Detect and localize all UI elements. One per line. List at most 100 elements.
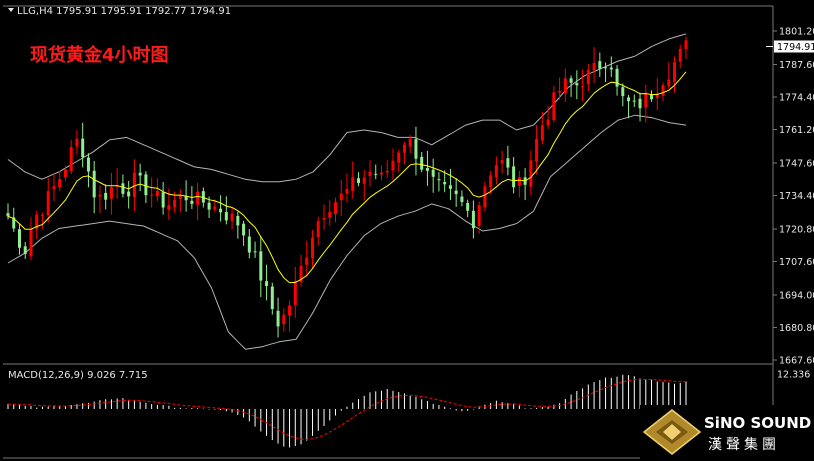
candle-body [6, 213, 10, 217]
candle-body [69, 147, 73, 172]
candle-body [638, 98, 642, 109]
candle-body [425, 167, 429, 171]
candle-body [17, 229, 21, 248]
candle-body [58, 179, 62, 188]
price-chart: 1801.20 1787.60 1774.40 1761.20 1747.60 1734.… [0, 0, 814, 461]
candle-body [650, 94, 654, 100]
candle-body [397, 152, 401, 163]
candle-body [506, 158, 510, 168]
candle-body [466, 202, 470, 211]
candle-body [517, 177, 521, 186]
candle-body [609, 67, 613, 70]
candle-body [328, 212, 332, 218]
candle-body [236, 215, 240, 226]
candle-body [161, 192, 165, 208]
candle-body [288, 305, 292, 316]
candle-body [207, 202, 211, 210]
macd-tick-label: 12.336 [777, 370, 810, 381]
candle-body [374, 173, 378, 175]
brand-subtitle: 漢聲集團 [708, 436, 780, 453]
current-price-tag: 1794.91 [774, 40, 814, 53]
candle-body [173, 199, 177, 208]
chart-title: 现货黄金4小时图 [30, 44, 169, 66]
candle-body [540, 125, 544, 141]
candle-body [270, 286, 274, 310]
candle-body [322, 217, 326, 220]
candle-body [385, 170, 389, 173]
candle-body [575, 83, 579, 86]
candle-body [362, 177, 366, 184]
candle-body [408, 138, 412, 147]
chart-background [0, 0, 814, 461]
brand-name: SiNO SOUND [704, 414, 811, 432]
candle-body [431, 169, 435, 177]
candle-body [345, 189, 349, 194]
candle-body [552, 92, 556, 121]
price-tick-label: 1787.60 [779, 60, 814, 71]
price-tick-label: 1720.80 [779, 224, 814, 235]
macd-label: MACD(12,26,9) 9.026 7.715 [8, 370, 148, 381]
candle-body [293, 280, 297, 305]
candle-body [81, 138, 85, 158]
candle-body [167, 205, 171, 210]
candle-body [414, 139, 418, 159]
candle-body [368, 171, 372, 177]
candle-body [598, 61, 602, 69]
candle-body [483, 186, 487, 208]
candle-body [144, 174, 148, 196]
candle-body [581, 86, 585, 88]
candle-body [448, 185, 452, 189]
candle-body [661, 85, 665, 96]
candle-body [644, 92, 648, 108]
candle-body [109, 187, 113, 199]
candle-body [420, 156, 424, 170]
candle-body [138, 172, 142, 176]
candle-body [86, 157, 90, 172]
candle-body [592, 62, 596, 71]
price-tick-label: 1707.60 [779, 257, 814, 268]
candle-body [29, 228, 33, 257]
candle-body [213, 206, 217, 210]
candle-body [265, 281, 269, 287]
price-tick-label: 1734.40 [779, 191, 814, 202]
candle-body [196, 191, 200, 205]
candle-body [569, 78, 573, 83]
candle-body [391, 160, 395, 171]
candle-body [104, 192, 108, 200]
candle-body [437, 179, 441, 181]
candle-body [460, 196, 464, 203]
candle-body [190, 200, 194, 204]
price-tick-label: 1747.60 [779, 158, 814, 169]
candle-body [276, 310, 280, 327]
candle-body [259, 251, 263, 281]
candle-body [23, 246, 27, 254]
candle-body [98, 194, 102, 197]
candle-body [334, 202, 338, 215]
candle-body [311, 237, 315, 259]
candle-body [489, 175, 493, 188]
candle-body [454, 190, 458, 195]
candle-body [132, 172, 136, 197]
price-tick-label: 1761.20 [779, 125, 814, 136]
candle-body [529, 160, 533, 187]
candle-body [247, 236, 251, 253]
candle-body [339, 193, 343, 201]
candle-body [563, 78, 567, 94]
candle-body [219, 208, 223, 213]
candle-body [586, 69, 590, 85]
candle-body [75, 138, 79, 147]
candle-body [402, 144, 406, 153]
candle-body [40, 215, 44, 217]
candle-body [242, 223, 246, 236]
candle-body [379, 172, 383, 175]
candle-body [356, 178, 360, 183]
candle-body [121, 183, 125, 194]
candle-body [224, 212, 228, 221]
price-tick-label: 1694.00 [779, 290, 814, 301]
candle-body [632, 100, 636, 102]
price-tick-label: 1774.40 [779, 92, 814, 103]
candle-body [667, 79, 671, 87]
candle-body [253, 251, 257, 253]
candle-body [443, 182, 447, 185]
candle-body [546, 119, 550, 126]
